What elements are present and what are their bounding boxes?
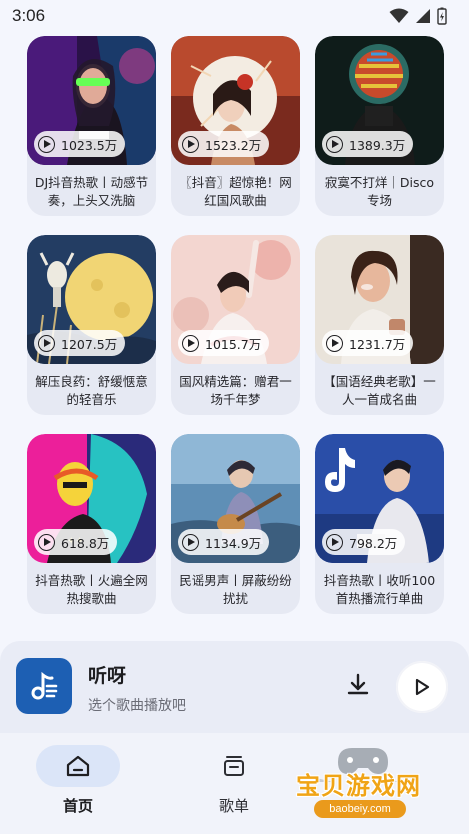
playlist-title: 解压良药：舒缓惬意的轻音乐	[35, 374, 148, 407]
playlist-card[interactable]: 1231.7万 【国语经典老歌】一人一首成名曲	[315, 235, 444, 415]
status-bar: 3:06	[0, 0, 469, 32]
play-count-badge: 1015.7万	[178, 330, 270, 356]
play-count-badge: 1134.9万	[178, 529, 270, 555]
play-count-badge: 1231.7万	[322, 330, 414, 356]
playlist-title: 〖抖音〗超惊艳！网红国风歌曲	[179, 175, 292, 208]
play-count: 1523.2万	[205, 137, 262, 153]
playlist-title: 【国语经典老歌】一人一首成名曲	[323, 374, 436, 407]
watermark-logo: 宝贝游戏网 baobeiy.com	[288, 742, 438, 832]
mini-player[interactable]: 听呀 选个歌曲播放吧	[0, 641, 469, 733]
play-count-icon	[326, 334, 343, 352]
play-count: 1207.5万	[61, 336, 118, 352]
play-count: 1231.7万	[349, 336, 406, 352]
playlist-card[interactable]: 1015.7万 国风精选篇：赠君一场千年梦	[171, 235, 300, 415]
playlist-title: 抖音热歌丨火遍全网热搜歌曲	[35, 573, 148, 606]
signal-icon	[416, 9, 430, 23]
play-count: 618.8万	[61, 535, 110, 551]
nav-playlist-indicator	[192, 745, 276, 787]
play-count: 798.2万	[349, 535, 398, 551]
player-title: 听呀	[88, 665, 127, 687]
playlist-card[interactable]: 1207.5万 解压良药：舒缓惬意的轻音乐	[27, 235, 156, 415]
play-count-icon	[182, 533, 199, 551]
play-count-icon	[38, 334, 55, 352]
play-count-icon	[38, 533, 55, 551]
playlist-title: DJ抖音热歌丨动感节奏，上头又洗脑	[34, 175, 149, 208]
nav-home-label: 首页	[62, 797, 93, 815]
play-count-badge: 1023.5万	[34, 131, 126, 157]
play-count-icon	[182, 334, 199, 352]
app-logo-icon	[16, 658, 72, 714]
watermark-text: 宝贝游戏网	[296, 772, 421, 800]
play-icon	[415, 678, 430, 696]
nav-playlist[interactable]: 歌单	[192, 745, 276, 825]
play-count-badge: 798.2万	[322, 529, 406, 555]
status-icons	[389, 7, 447, 25]
playlist-title: 抖音热歌丨收听100首热播流行单曲	[323, 573, 436, 606]
play-count-badge: 1207.5万	[34, 330, 126, 356]
status-time: 3:06	[12, 6, 46, 25]
home-icon	[66, 755, 90, 777]
playlist-card[interactable]: 1389.3万 寂寞不打烊｜Disco专场	[315, 36, 444, 216]
play-count-icon	[326, 533, 343, 551]
play-count-icon	[182, 135, 199, 153]
download-icon[interactable]	[344, 671, 372, 699]
playlist-card[interactable]: 1523.2万 〖抖音〗超惊艳！网红国风歌曲	[171, 36, 300, 216]
playlist-card[interactable]: 1023.5万 DJ抖音热歌丨动感节奏，上头又洗脑	[27, 36, 156, 216]
playlist-title: 寂寞不打烊｜Disco专场	[324, 175, 435, 208]
playlist-grid: 1023.5万 DJ抖音热歌丨动感节奏，上头又洗脑 1523.2万 〖抖音〗超惊…	[27, 36, 444, 614]
playlist-title: 国风精选篇：赠君一场千年梦	[179, 374, 292, 407]
play-count-icon	[38, 135, 55, 153]
play-count: 1134.9万	[205, 535, 262, 551]
play-count-badge: 1523.2万	[178, 131, 270, 157]
play-count-badge: 618.8万	[34, 529, 118, 555]
playlist-card[interactable]: 1134.9万 民谣男声丨屏蔽纷纷扰扰	[171, 434, 300, 614]
playlist-icon	[224, 756, 244, 776]
wifi-icon	[389, 8, 409, 23]
nav-home[interactable]: 首页	[36, 745, 120, 825]
play-count: 1023.5万	[61, 137, 118, 153]
play-count-badge: 1389.3万	[322, 131, 414, 157]
playlist-card[interactable]: 798.2万 抖音热歌丨收听100首热播流行单曲	[315, 434, 444, 614]
watermark-url: baobeiy.com	[314, 800, 406, 818]
nav-playlist-label: 歌单	[218, 797, 249, 815]
play-count: 1015.7万	[205, 336, 262, 352]
play-count: 1389.3万	[349, 137, 406, 153]
nav-home-indicator	[36, 745, 120, 787]
play-count-icon	[326, 135, 343, 153]
battery-icon	[437, 7, 447, 25]
playlist-card[interactable]: ✦✦ 618.8万 抖音热歌丨火遍全网热搜歌曲	[27, 434, 156, 614]
playlist-title: 民谣男声丨屏蔽纷纷扰扰	[179, 573, 292, 606]
player-subtitle: 选个歌曲播放吧	[88, 698, 186, 714]
play-button[interactable]	[396, 661, 448, 713]
